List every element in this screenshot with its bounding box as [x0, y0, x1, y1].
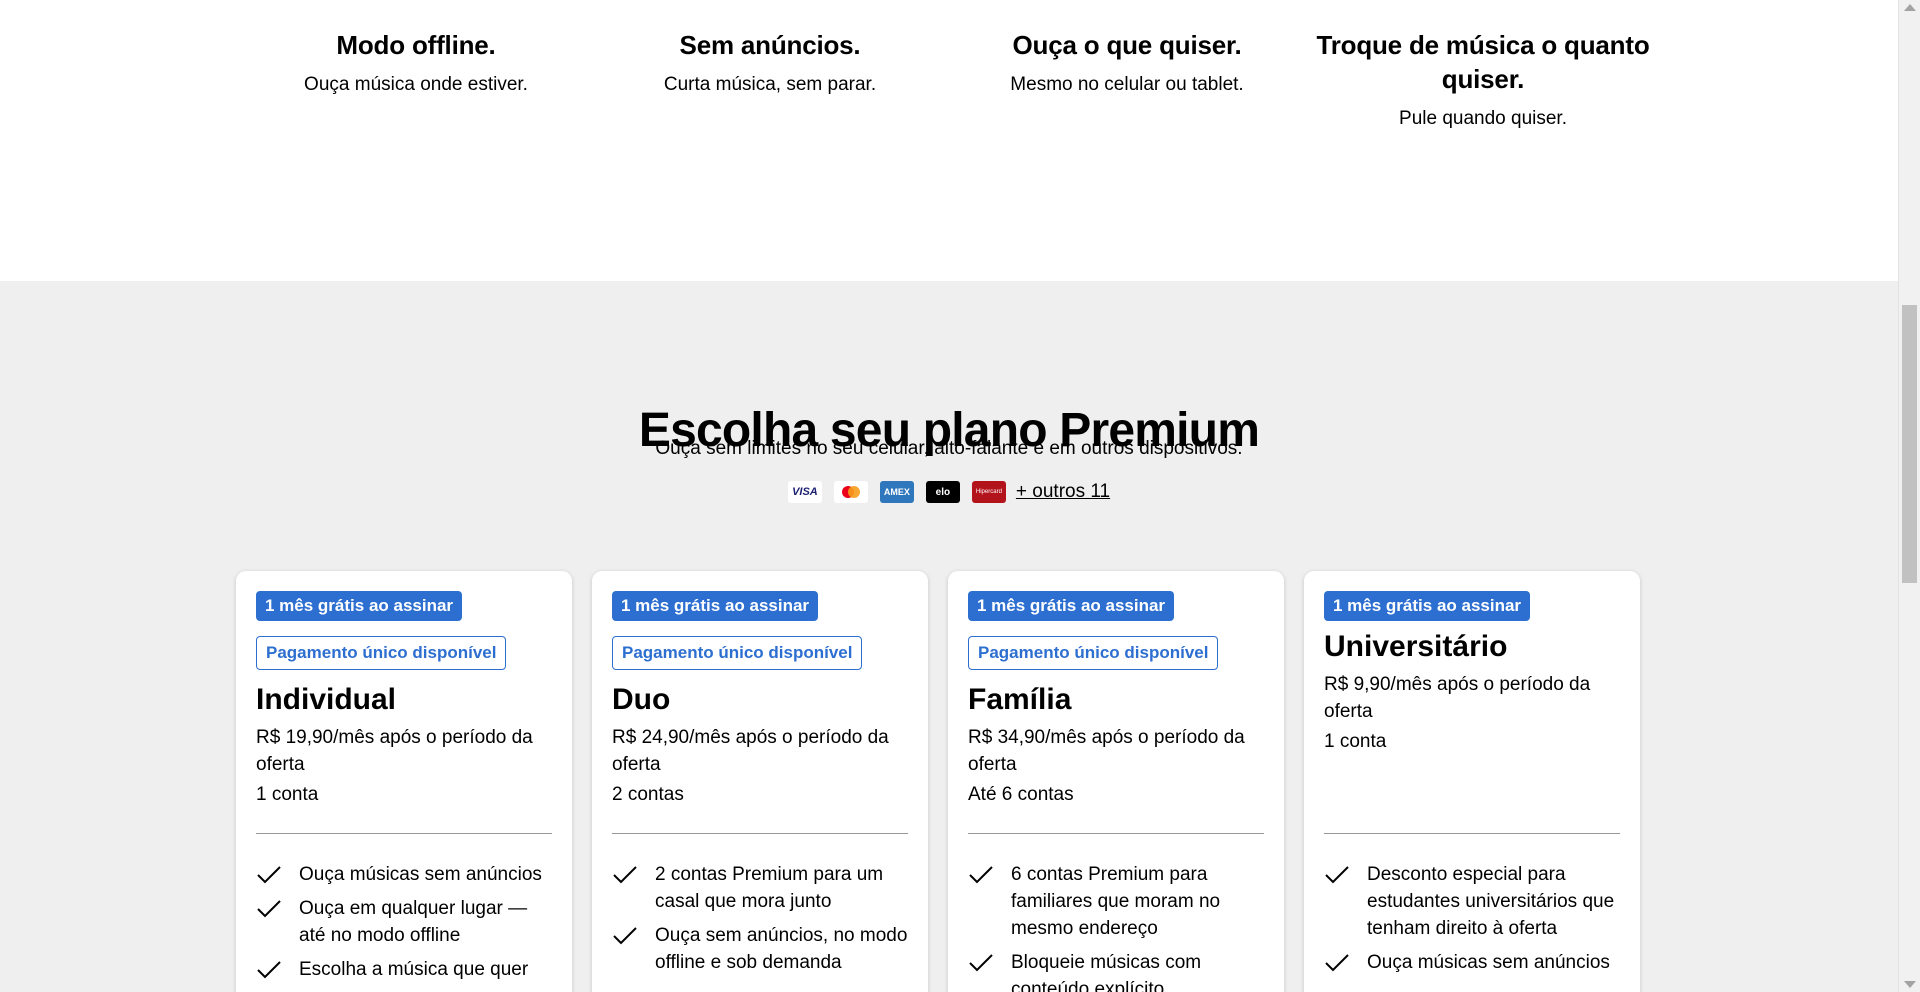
mastercard-icon: [841, 486, 860, 498]
benefit-skip: Troque de música o quanto quiser. Pule q…: [1303, 28, 1663, 132]
feature-text: 2 contas Premium para um casal que mora …: [655, 864, 884, 912]
plan-card-universitario[interactable]: 1 mês grátis ao assinar Universitário R$…: [1304, 571, 1640, 992]
check-icon: [968, 949, 1011, 976]
plan-name: Individual: [256, 683, 397, 716]
visa-logo: VISA: [787, 481, 822, 503]
free-trial-badge: 1 mês grátis ao assinar: [612, 591, 819, 621]
check-icon: [612, 922, 655, 949]
feature-text: Ouça sem anúncios, no modo offline e sob…: [655, 925, 908, 973]
page: Modo offline. Ouça música onde estiver. …: [0, 0, 1898, 992]
benefit-title: Sem anúncios.: [679, 30, 861, 60]
divider: [612, 833, 908, 834]
feature-item: Ouça músicas sem anúncios: [1324, 949, 1620, 976]
free-trial-badge: 1 mês grátis ao assinar: [968, 591, 1175, 621]
feature-item: 2 contas Premium para um casal que mora …: [612, 861, 908, 915]
benefit-offline: Modo offline. Ouça música onde estiver.: [236, 28, 596, 98]
check-icon: [1324, 861, 1367, 888]
scroll-up-arrow-icon[interactable]: [1904, 4, 1916, 11]
plan-price: R$ 19,90/mês após o período da oferta: [256, 727, 533, 775]
section-subtitle: Ouça sem limites no seu celular, alto-fa…: [655, 438, 1243, 459]
feature-text: Escolha a música que quer: [299, 959, 529, 980]
benefit-listen-anything: Ouça o que quiser. Mesmo no celular ou t…: [947, 28, 1307, 98]
premium-plans-section: Escolha seu plano Premium Ouça sem limit…: [0, 281, 1898, 992]
plan-name: Família: [968, 683, 1072, 716]
hipercard-logo: Hipercard: [971, 481, 1006, 503]
feature-item: Ouça músicas sem anúncios: [256, 861, 552, 888]
feature-item: Ouça sem anúncios, no modo offline e sob…: [612, 922, 908, 976]
benefit-title: Modo offline.: [336, 30, 496, 60]
plan-accounts: Até 6 contas: [968, 784, 1074, 805]
scroll-down-arrow-icon[interactable]: [1904, 981, 1916, 988]
feature-text: Ouça músicas sem anúncios: [299, 864, 542, 885]
feature-item: 6 contas Premium para familiares que mor…: [968, 861, 1264, 942]
feature-item: Desconto especial para estudantes univer…: [1324, 861, 1620, 942]
benefit-title: Troque de música o quanto quiser.: [1316, 30, 1650, 94]
plan-price: R$ 24,90/mês após o período da oferta: [612, 727, 889, 775]
benefit-text: Mesmo no celular ou tablet.: [1010, 74, 1244, 95]
plan-card-individual[interactable]: 1 mês grátis ao assinar Pagamento único …: [236, 571, 572, 992]
feature-text: 6 contas Premium para familiares que mor…: [1011, 864, 1221, 939]
benefit-text: Ouça música onde estiver.: [304, 74, 528, 95]
divider: [256, 833, 552, 834]
plan-name: Duo: [612, 683, 671, 716]
feature-text: Desconto especial para estudantes univer…: [1367, 864, 1615, 939]
feature-list: 2 contas Premium para um casal que mora …: [612, 861, 908, 983]
free-trial-badge: 1 mês grátis ao assinar: [1324, 591, 1531, 621]
check-icon: [968, 861, 1011, 888]
feature-item: Bloqueie músicas com conteúdo explícito: [968, 949, 1264, 992]
check-icon: [256, 861, 299, 888]
plan-name: Universitário: [1324, 630, 1508, 663]
plan-accounts: 2 contas: [612, 784, 684, 805]
check-icon: [612, 861, 655, 888]
free-trial-badge: 1 mês grátis ao assinar: [256, 591, 463, 621]
plan-accounts: 1 conta: [256, 784, 319, 805]
divider: [968, 833, 1264, 834]
one-time-payment-badge: Pagamento único disponível: [612, 636, 863, 670]
check-icon: [1324, 949, 1367, 976]
scrollbar-thumb[interactable]: [1902, 305, 1917, 583]
feature-list: 6 contas Premium para familiares que mor…: [968, 861, 1264, 992]
vertical-scrollbar[interactable]: [1898, 0, 1920, 992]
more-payment-methods-link[interactable]: + outros 11: [1016, 481, 1110, 503]
one-time-payment-badge: Pagamento único disponível: [256, 636, 507, 670]
feature-text: Bloqueie músicas com conteúdo explícito: [1011, 952, 1202, 992]
benefit-text: Pule quando quiser.: [1399, 108, 1567, 129]
feature-list: Ouça músicas sem anúncios Ouça em qualqu…: [256, 861, 552, 990]
plans-list: 1 mês grátis ao assinar Pagamento único …: [236, 571, 1640, 992]
divider: [1324, 833, 1620, 834]
amex-logo: AMEX: [879, 481, 914, 503]
benefit-no-ads: Sem anúncios. Curta música, sem parar.: [590, 28, 950, 98]
feature-item: Escolha a música que quer: [256, 956, 552, 983]
payment-methods: VISA AMEX elo Hipercard + outros 11: [0, 481, 1898, 503]
plan-price: R$ 9,90/mês após o período da oferta: [1324, 674, 1591, 722]
elo-logo: elo: [925, 481, 960, 503]
feature-text: Ouça em qualquer lugar — até no modo off…: [299, 898, 528, 946]
feature-list: Desconto especial para estudantes univer…: [1324, 861, 1620, 983]
benefits-section: Modo offline. Ouça música onde estiver. …: [0, 0, 1898, 281]
benefit-title: Ouça o que quiser.: [1012, 30, 1242, 60]
feature-item: Ouça em qualquer lugar — até no modo off…: [256, 895, 552, 949]
check-icon: [256, 956, 299, 983]
benefit-text: Curta música, sem parar.: [663, 74, 877, 95]
feature-text: Ouça músicas sem anúncios: [1367, 952, 1610, 973]
plan-card-familia[interactable]: 1 mês grátis ao assinar Pagamento único …: [948, 571, 1284, 992]
mastercard-logo: [833, 481, 868, 503]
plan-price: R$ 34,90/mês após o período da oferta: [968, 727, 1245, 775]
one-time-payment-badge: Pagamento único disponível: [968, 636, 1219, 670]
plan-card-duo[interactable]: 1 mês grátis ao assinar Pagamento único …: [592, 571, 928, 992]
check-icon: [256, 895, 299, 922]
plan-accounts: 1 conta: [1324, 731, 1387, 752]
